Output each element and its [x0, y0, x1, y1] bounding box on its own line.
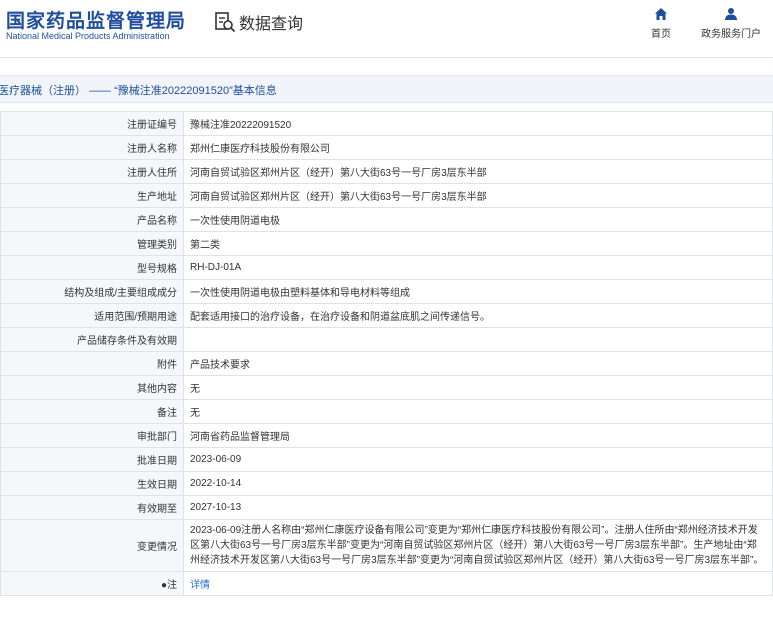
row-label: 变更情况 — [0, 519, 184, 572]
table-row: 变更情况 2023-06-09注册人名称由“郑州仁康医疗设备有限公司”变更为“郑… — [0, 519, 773, 572]
nav-home-label: 首页 — [651, 29, 671, 40]
user-icon — [725, 8, 737, 20]
row-value: 2023-06-09 — [183, 447, 773, 472]
table-row: 其他内容 无 — [0, 375, 773, 400]
page-title: 医疗器械（注册） —— “豫械注准20222091520”基本信息 — [0, 85, 277, 97]
site-logo-title[interactable]: 国家药品监督管理局 — [6, 6, 186, 33]
row-label: 型号规格 — [0, 255, 184, 280]
row-value: 2023-06-09注册人名称由“郑州仁康医疗设备有限公司”变更为“郑州仁康医疗… — [183, 519, 773, 572]
row-label: 管理类别 — [0, 231, 184, 256]
row-label: 附件 — [0, 351, 184, 376]
row-value: 郑州仁康医疗科技股份有限公司 — [183, 135, 773, 160]
row-label: 注册人名称 — [0, 135, 184, 160]
row-label: 有效期至 — [0, 495, 184, 520]
table-row: 审批部门 河南省药品监督管理局 — [0, 423, 773, 448]
table-row: 生效日期 2022-10-14 — [0, 471, 773, 496]
table-row: ●注 详情 — [0, 571, 773, 596]
data-query-title: 数据查询 — [214, 10, 303, 34]
row-label: 注册人住所 — [0, 159, 184, 184]
table-row: 注册人住所 河南自贸试验区郑州片区（经开）第八大街63号一号厂房3层东半部 — [0, 159, 773, 184]
row-value: 河南自贸试验区郑州片区（经开）第八大街63号一号厂房3层东半部 — [183, 183, 773, 208]
row-value: 河南自贸试验区郑州片区（经开）第八大街63号一号厂房3层东半部 — [183, 159, 773, 184]
row-value: 河南省药品监督管理局 — [183, 423, 773, 448]
table-row: 有效期至 2027-10-13 — [0, 495, 773, 520]
row-value: 一次性使用阴道电极 — [183, 207, 773, 232]
row-label: 生效日期 — [0, 471, 184, 496]
row-label: 批准日期 — [0, 447, 184, 472]
row-value: 2027-10-13 — [183, 495, 773, 520]
table-row: 产品储存条件及有效期 — [0, 327, 773, 352]
note-value: 详情 — [183, 571, 773, 596]
row-value: 豫械注准20222091520 — [183, 111, 773, 136]
nav-portal-button[interactable]: 政务服务门户 — [701, 7, 761, 40]
site-logo-subtitle: National Medical Products Administration — [6, 31, 170, 41]
nav-home-button[interactable]: 首页 — [631, 7, 691, 40]
row-value: 第二类 — [183, 231, 773, 256]
nav-portal-label: 政务服务门户 — [701, 29, 761, 40]
table-row: 结构及组成/主要组成成分 一次性使用阴道电极由塑料基体和导电材料等组成 — [0, 279, 773, 304]
row-label: 产品名称 — [0, 207, 184, 232]
search-document-icon — [215, 12, 236, 33]
row-label: 备注 — [0, 399, 184, 424]
table-row: 适用范围/预期用途 配套适用接口的治疗设备，在治疗设备和阴道盆底肌之间传递信号。 — [0, 303, 773, 328]
row-value: 配套适用接口的治疗设备，在治疗设备和阴道盆底肌之间传递信号。 — [183, 303, 773, 328]
data-query-label: 数据查询 — [239, 16, 304, 33]
row-value: 无 — [183, 399, 773, 424]
details-link[interactable]: 详情 — [190, 580, 210, 591]
note-label: ●注 — [0, 571, 184, 596]
row-value: 2022-10-14 — [183, 471, 773, 496]
row-value — [183, 327, 773, 352]
table-row: 型号规格 RH-DJ-01A — [0, 255, 773, 280]
row-label: 其他内容 — [0, 375, 184, 400]
row-label: 产品储存条件及有效期 — [0, 327, 184, 352]
home-icon — [655, 8, 667, 20]
row-label: 审批部门 — [0, 423, 184, 448]
table-row: 附件 产品技术要求 — [0, 351, 773, 376]
row-label: 注册证编号 — [0, 111, 184, 136]
table-row: 产品名称 一次性使用阴道电极 — [0, 207, 773, 232]
record-title-bar: 医疗器械（注册） —— “豫械注准20222091520”基本信息 — [0, 75, 773, 103]
table-row: 注册证编号 豫械注准20222091520 — [0, 111, 773, 136]
table-row: 批准日期 2023-06-09 — [0, 447, 773, 472]
table-row: 注册人名称 郑州仁康医疗科技股份有限公司 — [0, 135, 773, 160]
table-row: 备注 无 — [0, 399, 773, 424]
row-value: 产品技术要求 — [183, 351, 773, 376]
row-label: 结构及组成/主要组成成分 — [0, 279, 184, 304]
row-value: RH-DJ-01A — [183, 255, 773, 280]
detail-table: 注册证编号 豫械注准20222091520 注册人名称 郑州仁康医疗科技股份有限… — [0, 111, 773, 596]
table-row: 管理类别 第二类 — [0, 231, 773, 256]
row-value: 一次性使用阴道电极由塑料基体和导电材料等组成 — [183, 279, 773, 304]
table-row: 生产地址 河南自贸试验区郑州片区（经开）第八大街63号一号厂房3层东半部 — [0, 183, 773, 208]
row-value: 无 — [183, 375, 773, 400]
row-label: 适用范围/预期用途 — [0, 303, 184, 328]
row-label: 生产地址 — [0, 183, 184, 208]
site-header: 国家药品监督管理局 National Medical Products Admi… — [0, 0, 773, 58]
